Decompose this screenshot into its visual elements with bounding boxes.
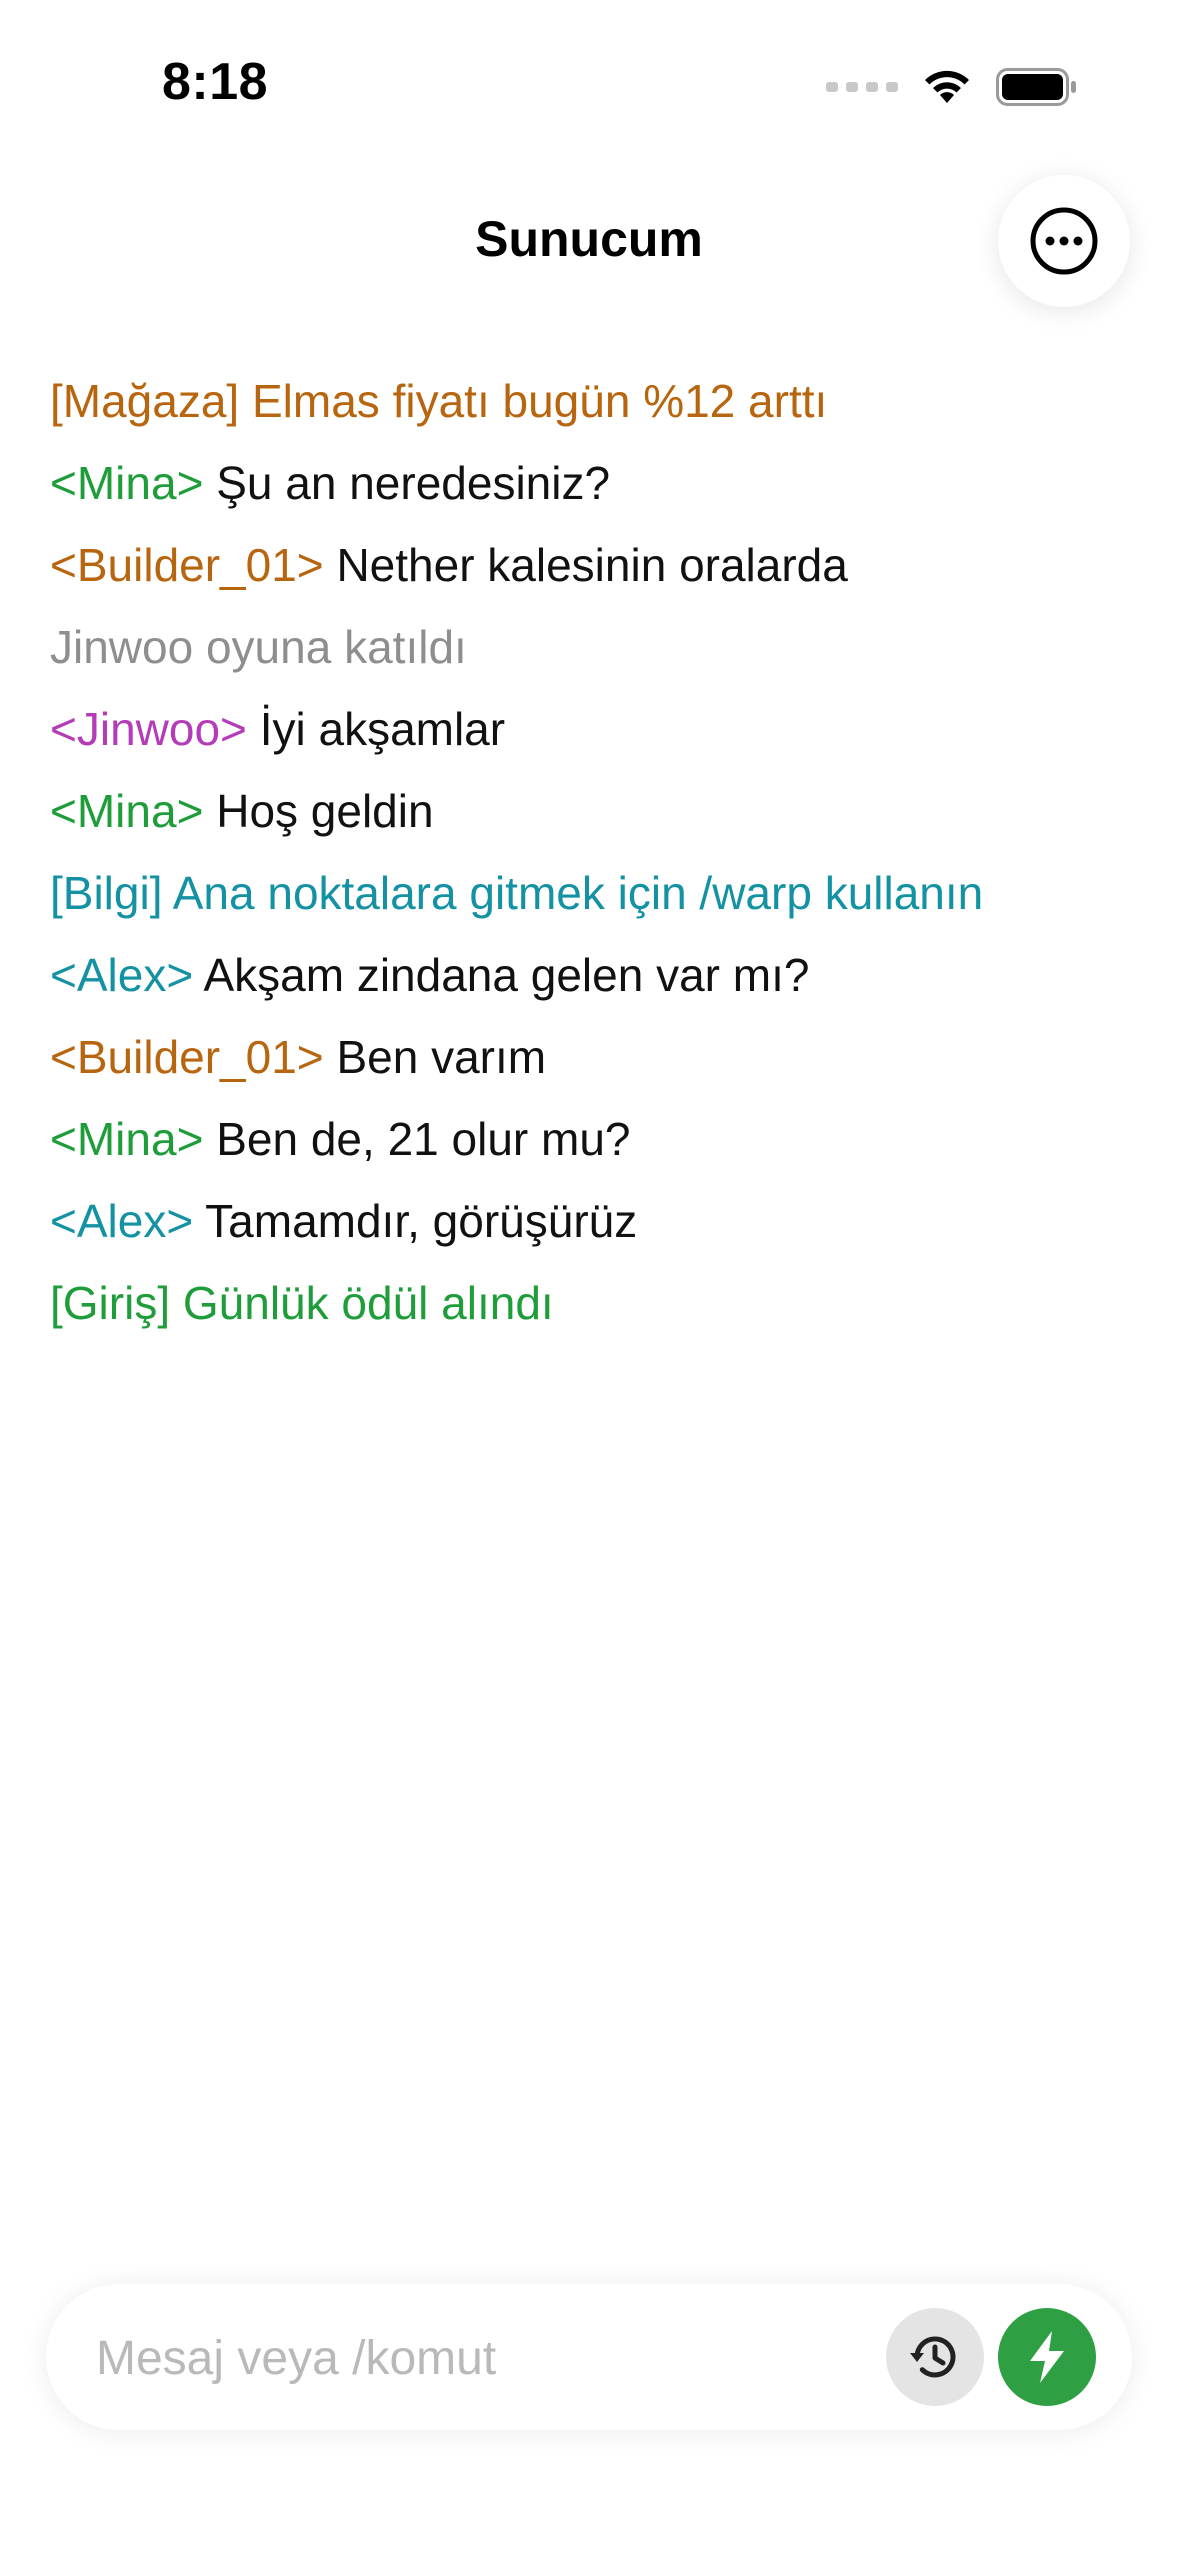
chat-line: <Mina> Hoş geldin (50, 770, 1140, 852)
chat-line: <Mina> Şu an neredesiniz? (50, 442, 1140, 524)
chat-sender: [Bilgi] Ana noktalara gitmek için /warp … (50, 867, 984, 919)
chat-line: <Alex> Tamamdır, görüşürüz (50, 1180, 1140, 1262)
history-clock-icon (910, 2336, 956, 2378)
chat-sender: <Mina> (50, 1113, 204, 1165)
lightning-bolt-icon (1030, 2331, 1064, 2383)
more-options-button[interactable] (998, 175, 1130, 307)
chat-message: Akşam zindana gelen var mı? (193, 949, 810, 1001)
status-bar: 8:18 (0, 0, 1178, 160)
chat-message: İyi akşamlar (246, 703, 506, 755)
chat-sender: <Mina> (50, 785, 204, 837)
status-icons (826, 62, 1078, 112)
chat-sender: <Builder_01> (50, 539, 324, 591)
history-button[interactable] (886, 2308, 984, 2406)
chat-line: <Mina> Ben de, 21 olur mu? (50, 1098, 1140, 1180)
send-button[interactable] (998, 2308, 1096, 2406)
message-composer (46, 2284, 1132, 2432)
chat-sender: <Alex> (50, 949, 194, 1001)
chat-sender: [Giriş] Günlük ödül alındı (50, 1277, 554, 1329)
cellular-signal-icon (826, 82, 898, 92)
chat-line: <Builder_01> Nether kalesinin oralarda (50, 524, 1140, 606)
chat-line: <Alex> Akşam zindana gelen var mı? (50, 934, 1140, 1016)
chat-sender: [Mağaza] Elmas fiyatı bugün %12 arttı (50, 375, 828, 427)
chat-line: [Mağaza] Elmas fiyatı bugün %12 arttı (50, 360, 1140, 442)
more-horizontal-circle-icon (1030, 207, 1098, 275)
chat-message: Ben de, 21 olur mu? (203, 1113, 631, 1165)
chat-sender: <Builder_01> (50, 1031, 324, 1083)
status-time: 8:18 (162, 53, 269, 111)
chat-sender: <Mina> (50, 457, 204, 509)
chat-log: [Mağaza] Elmas fiyatı bugün %12 arttı <M… (50, 360, 1140, 1344)
chat-line: Jinwoo oyuna katıldı (50, 606, 1140, 688)
chat-message: Hoş geldin (203, 785, 434, 837)
chat-message: Nether kalesinin oralarda (323, 539, 848, 591)
chat-sender: Jinwoo oyuna katıldı (50, 621, 467, 673)
message-input[interactable] (94, 2284, 898, 2432)
chat-line: [Bilgi] Ana noktalara gitmek için /warp … (50, 852, 1140, 934)
wifi-icon (925, 70, 969, 103)
chat-message: Ben varım (323, 1031, 547, 1083)
chat-line: <Jinwoo> İyi akşamlar (50, 688, 1140, 770)
chat-message: Şu an neredesiniz? (203, 457, 611, 509)
chat-line: <Builder_01> Ben varım (50, 1016, 1140, 1098)
chat-sender: <Alex> (50, 1195, 194, 1247)
chat-line: [Giriş] Günlük ödül alındı (50, 1262, 1140, 1344)
chat-message: Tamamdır, görüşürüz (193, 1195, 638, 1247)
battery-icon (996, 68, 1076, 106)
chat-sender: <Jinwoo> (50, 703, 247, 755)
